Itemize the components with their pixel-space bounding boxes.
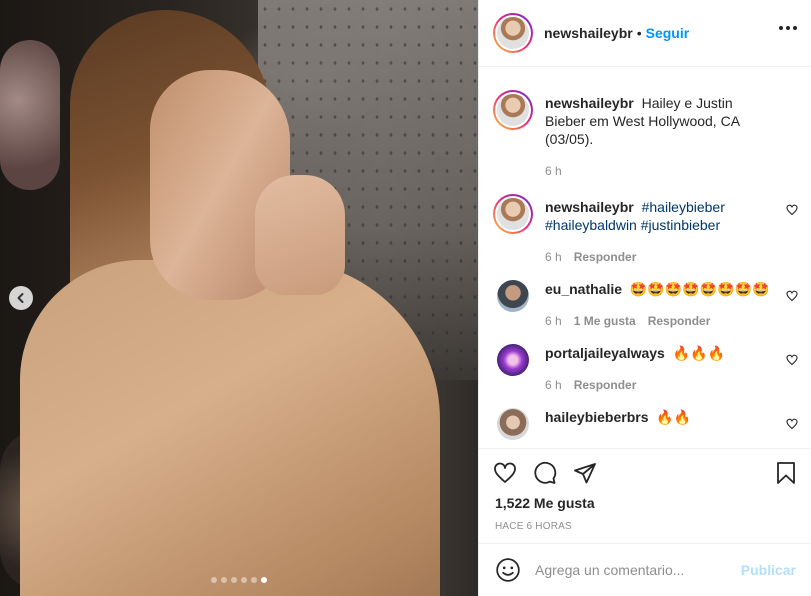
like-comment-heart-icon[interactable] <box>786 204 798 216</box>
post-actions-section: 1,522 Me gusta HACE 6 HORAS <box>479 448 811 532</box>
action-bar <box>479 449 811 497</box>
comment-username[interactable]: haileybieberbrs <box>545 409 649 425</box>
author-username[interactable]: newshaileybr <box>544 25 633 41</box>
carousel-dot-active <box>261 577 267 583</box>
more-options-icon[interactable] <box>779 26 797 30</box>
post-side-panel: newshaileybr • Seguir newshaileybr Haile… <box>478 0 811 596</box>
comment-avatar[interactable] <box>497 280 529 312</box>
comment-item: newshaileybr #haileybieber #haileybaldwi… <box>493 194 798 266</box>
likes-count[interactable]: 1,522 Me gusta <box>479 495 811 511</box>
bookmark-icon[interactable] <box>774 461 798 485</box>
carousel-dot <box>211 577 217 583</box>
emoji-smiley-icon[interactable] <box>495 557 521 583</box>
comment-avatar[interactable] <box>497 408 529 440</box>
like-heart-icon[interactable] <box>493 461 517 485</box>
hashtag-link[interactable]: #haileybaldwin <box>545 217 637 233</box>
comment-likes[interactable]: 1 Me gusta <box>574 312 636 330</box>
header-separator: • <box>636 25 642 41</box>
comment-avatar[interactable] <box>493 194 533 234</box>
carousel-dot <box>231 577 237 583</box>
comment-time[interactable]: 6 h <box>545 312 562 330</box>
comment-avatar[interactable] <box>497 344 529 376</box>
photo-jacket <box>20 260 440 596</box>
add-comment-bar: Publicar <box>479 543 811 596</box>
carousel-dot <box>241 577 247 583</box>
comment-item: portaljaileyalways 🔥🔥🔥 6 h Responder <box>493 344 798 394</box>
comment-item: eu_nathalie 🤩🤩🤩🤩🤩🤩🤩🤩 6 h 1 Me gusta Resp… <box>493 280 798 330</box>
follow-button[interactable]: Seguir <box>646 25 690 41</box>
comment-username[interactable]: newshaileybr <box>545 199 634 215</box>
reply-button[interactable]: Responder <box>648 312 711 330</box>
share-paper-plane-icon[interactable] <box>573 461 597 485</box>
like-comment-heart-icon[interactable] <box>786 418 798 430</box>
like-comment-heart-icon[interactable] <box>786 354 798 366</box>
carousel-indicator <box>0 577 478 583</box>
publish-button[interactable]: Publicar <box>741 562 796 578</box>
author-avatar[interactable] <box>493 13 533 53</box>
carousel-dot <box>251 577 257 583</box>
comments-list[interactable]: newshaileybr Hailey e Justin Bieber em W… <box>479 68 811 448</box>
comment-username[interactable]: eu_nathalie <box>545 281 622 297</box>
caption-time[interactable]: 6 h <box>545 162 562 180</box>
reply-button[interactable]: Responder <box>574 376 637 394</box>
caption-username[interactable]: newshaileybr <box>545 95 634 111</box>
chevron-left-icon <box>17 293 24 303</box>
like-comment-heart-icon[interactable] <box>786 290 798 302</box>
comment-text: 🤩🤩🤩🤩🤩🤩🤩🤩 <box>629 281 770 297</box>
comment-bubble-icon[interactable] <box>533 461 557 485</box>
post-header: newshaileybr • Seguir <box>479 0 811 67</box>
post-timestamp[interactable]: HACE 6 HORAS <box>479 521 811 532</box>
photo-plant-top <box>0 40 60 190</box>
caption: newshaileybr Hailey e Justin Bieber em W… <box>493 90 798 180</box>
post-photo[interactable] <box>0 0 478 596</box>
reply-button[interactable]: Responder <box>574 248 637 266</box>
comment-time[interactable]: 6 h <box>545 376 562 394</box>
hashtag-link[interactable]: #justinbieber <box>641 217 720 233</box>
photo-hand <box>255 175 345 295</box>
comment-text: 🔥🔥🔥 <box>672 345 726 361</box>
caption-avatar[interactable] <box>493 90 533 130</box>
hashtag-link[interactable]: #haileybieber <box>642 199 725 215</box>
comment-item: haileybieberbrs 🔥🔥 <box>493 408 798 440</box>
comment-username[interactable]: portaljaileyalways <box>545 345 665 361</box>
comment-time[interactable]: 6 h <box>545 248 562 266</box>
carousel-prev-button[interactable] <box>9 286 33 310</box>
comment-input[interactable] <box>535 562 741 578</box>
comment-text: 🔥🔥 <box>656 409 692 425</box>
carousel-dot <box>221 577 227 583</box>
